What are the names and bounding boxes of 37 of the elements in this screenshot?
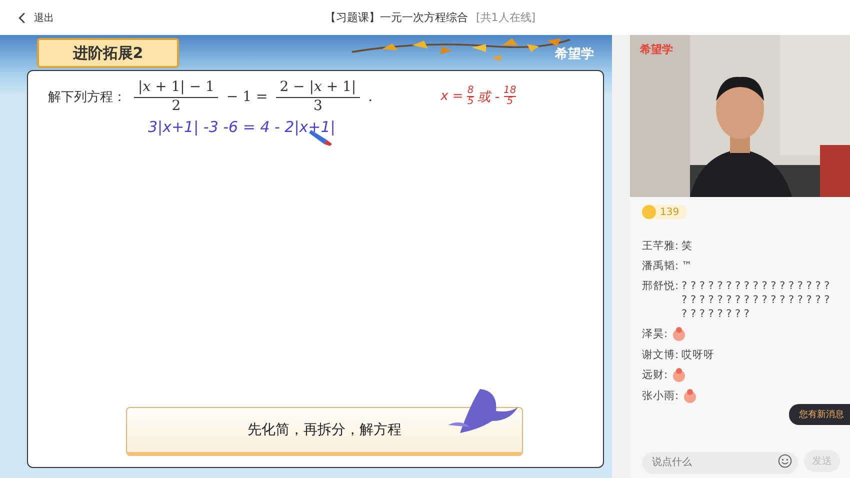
sender-name: 王芊雅: xyxy=(642,239,679,253)
coin-icon xyxy=(642,205,656,219)
handwritten-fraction: 18 5 xyxy=(504,86,516,108)
period: . xyxy=(368,88,373,104)
handwritten-answer: x = xyxy=(440,89,464,104)
message-text: 笑 xyxy=(682,239,694,253)
message-text: 哎呀呀 xyxy=(682,348,716,362)
new-message-badge[interactable]: 您有新消息 xyxy=(789,404,850,425)
sender-name: 远财: xyxy=(642,368,668,382)
sender-name: 谢文博: xyxy=(642,348,679,362)
fraction: |x + 1| − 1 2 xyxy=(134,79,218,114)
handwritten-working: 3|x+1| -3 -6 = 4 - 2|x+1| xyxy=(148,118,336,136)
emoji-icon[interactable] xyxy=(778,454,792,468)
message-text: ? ? ? ? ? ? ? ? ? ? ? ? ? ? ? ? ? ? ? ? ? ? ? ? ? ? ? ? ? ? ? ? ? ? ? ? ? ? ? ? ? ? xyxy=(682,279,831,321)
online-count: [共1人在线] xyxy=(476,10,536,25)
sender-name: 邢舒悦: xyxy=(642,279,679,293)
coin-badge: 139 xyxy=(642,205,688,219)
logo-text: 希望学 xyxy=(640,43,673,56)
back-icon xyxy=(18,12,26,24)
fraction: 2 − |x + 1| 3 xyxy=(276,79,360,114)
handwritten-fraction: 8 5 xyxy=(467,86,474,108)
section-title: 进阶拓展2 xyxy=(37,38,179,68)
tip-text: 先化简，再拆分，解方程 xyxy=(248,421,402,439)
equation-text: − 1 = xyxy=(226,88,268,104)
lesson-title: 【习题课】一元一次方程综合 xyxy=(325,10,468,25)
back-button[interactable]: 退出 xyxy=(16,8,56,26)
chat-input[interactable]: 说点什么 xyxy=(642,452,798,474)
sticker-icon xyxy=(670,367,687,383)
problem-label: 解下列方程： xyxy=(48,88,126,106)
sticker-icon xyxy=(670,326,687,342)
logo-text: 希望学 xyxy=(555,46,594,63)
sticker-icon xyxy=(682,388,698,404)
sender-name: 潘禹韬: xyxy=(642,259,679,273)
message-text: ™ xyxy=(682,259,694,273)
sender-name: 张小雨: xyxy=(642,389,679,403)
sender-name: 泽昊: xyxy=(642,327,668,341)
handwritten-answer: 或 - xyxy=(478,88,500,106)
